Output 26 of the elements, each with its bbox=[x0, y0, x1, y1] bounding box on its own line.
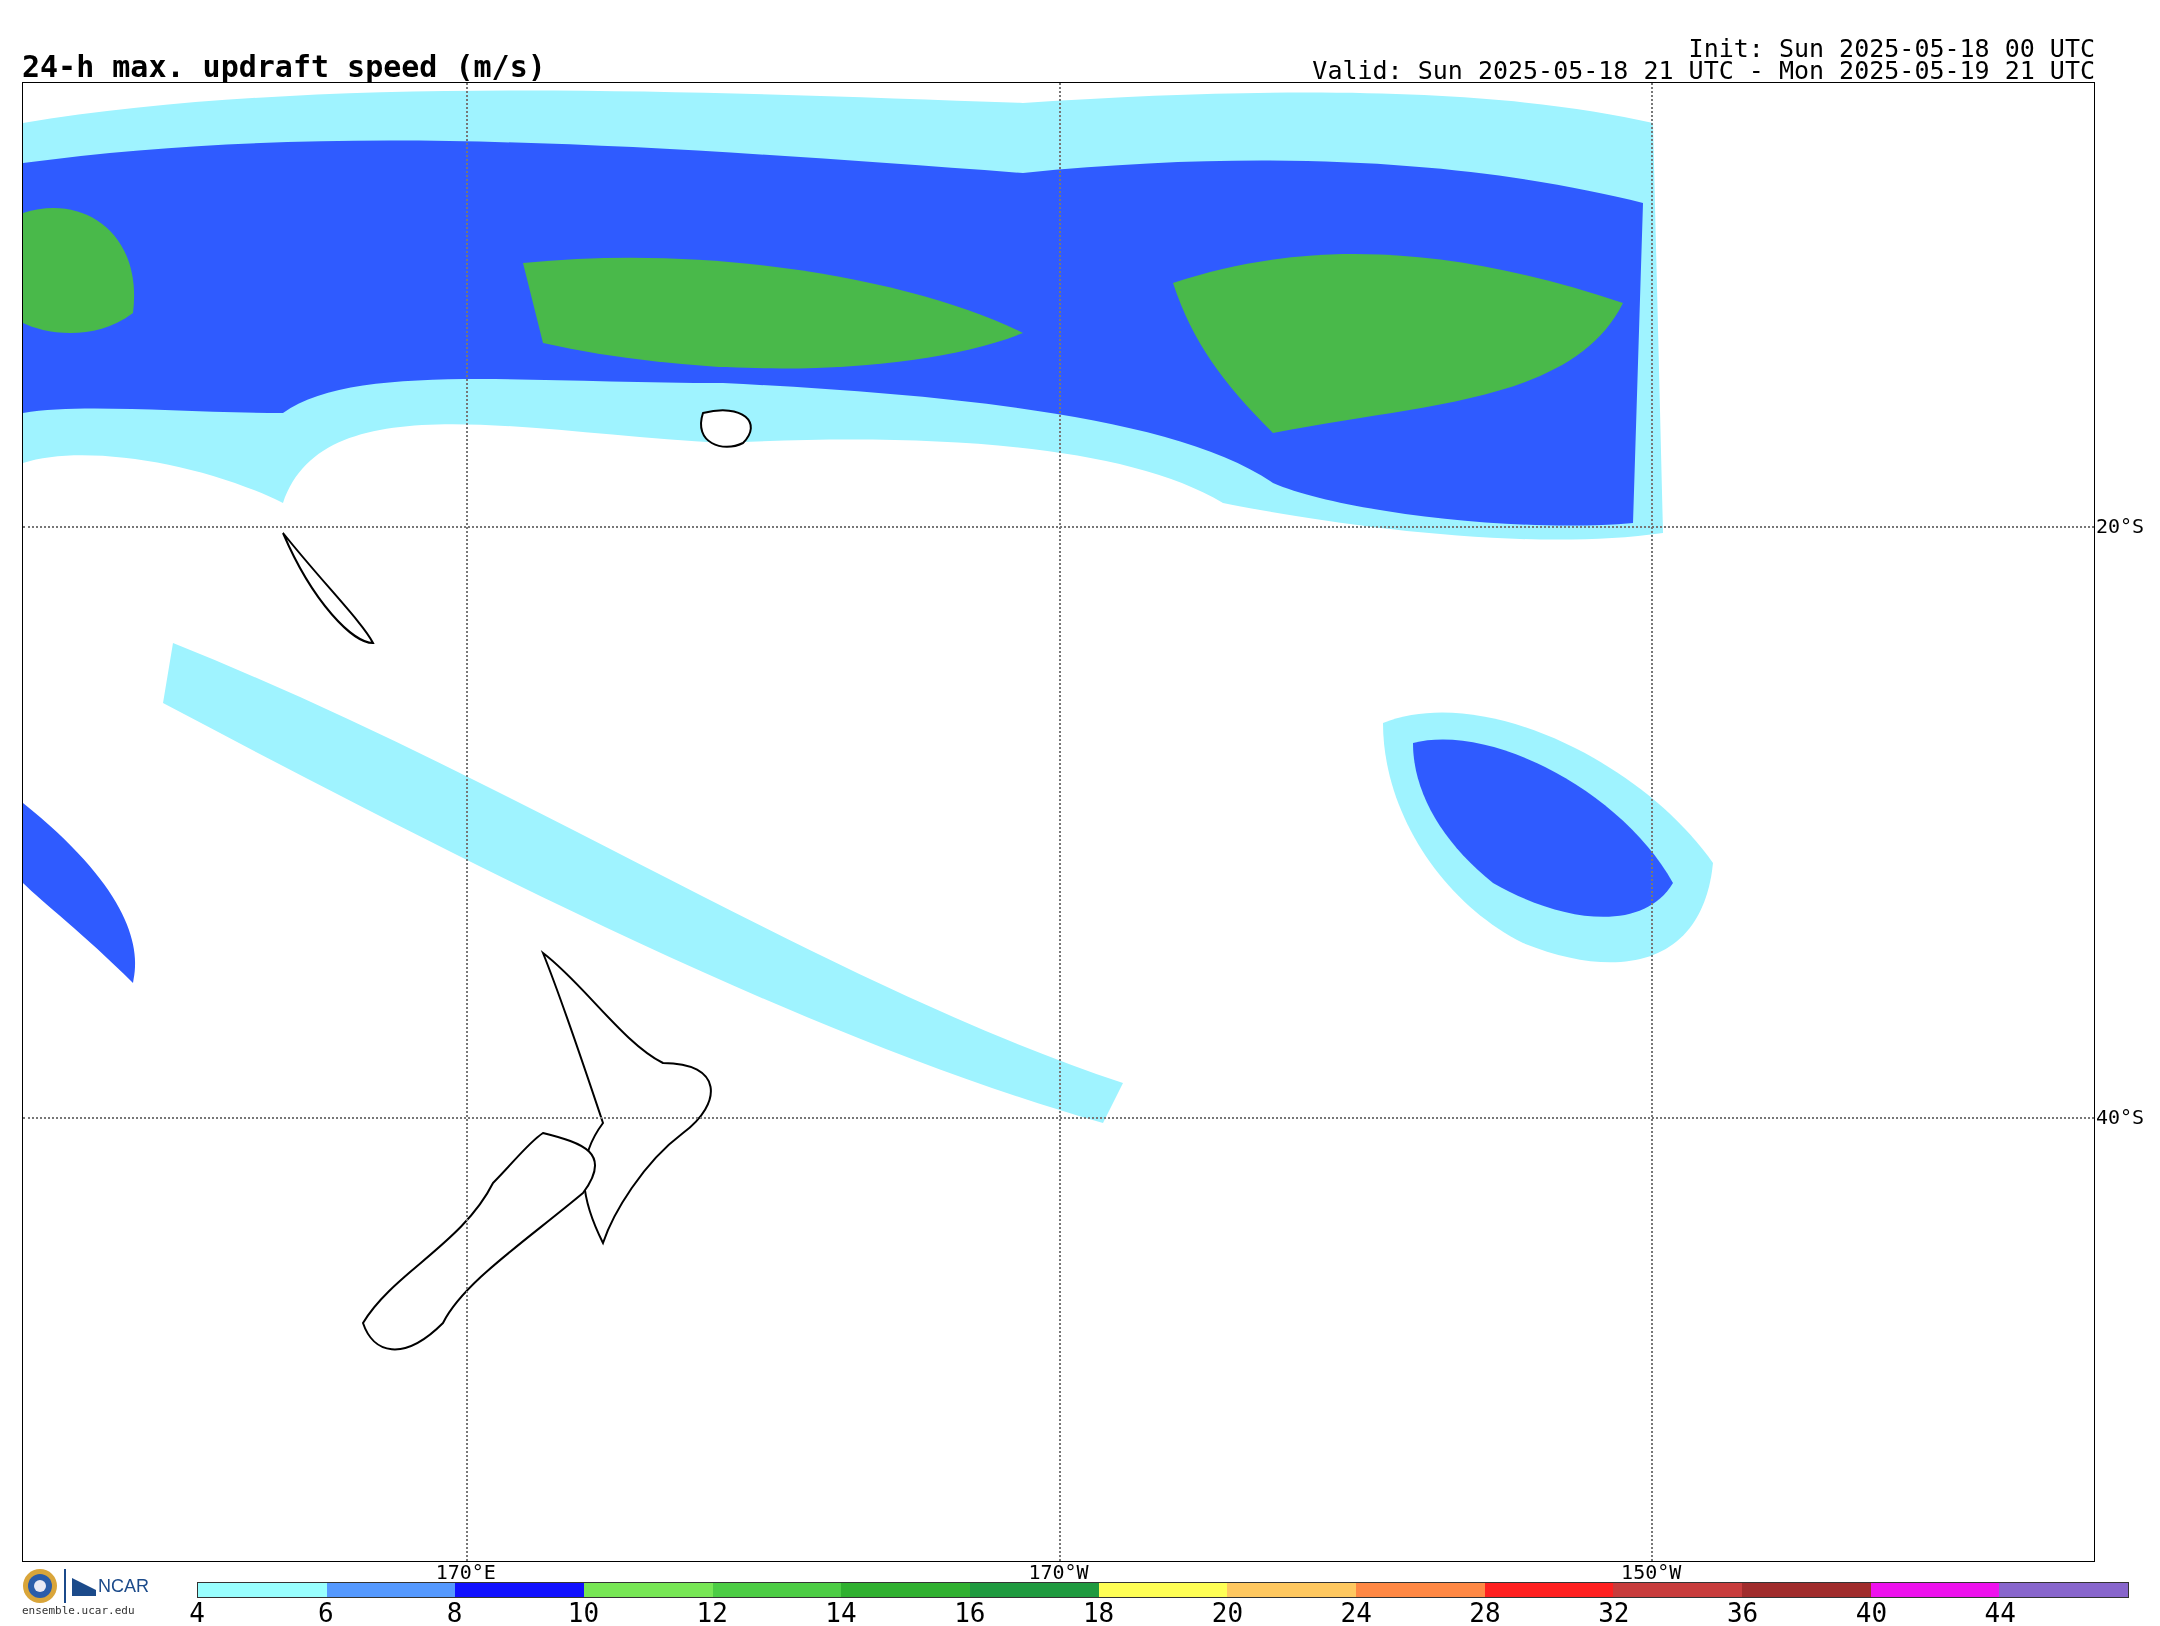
init-time: Init: Sun 2025-05-18 00 UTC bbox=[1688, 38, 2095, 60]
colorbar-tick-label: 6 bbox=[317, 1600, 334, 1626]
colorbar-tick-label: 14 bbox=[825, 1600, 857, 1626]
longitude-label: 150°W bbox=[1621, 1562, 1682, 1582]
site-url: ensemble.ucar.edu bbox=[22, 1604, 136, 1617]
colorbar-tick-label: 32 bbox=[1598, 1600, 1630, 1626]
colorbar-tick-label: 24 bbox=[1340, 1600, 1372, 1626]
seal-icon bbox=[22, 1568, 58, 1604]
colorbar-tick-label: 18 bbox=[1082, 1600, 1115, 1626]
latitude-label: 40°S bbox=[2096, 1106, 2145, 1127]
colorbar-tick-label: 4 bbox=[189, 1600, 205, 1626]
colorbar-tick-label: 28 bbox=[1469, 1600, 1501, 1626]
colorbar-tick-label: 8 bbox=[446, 1600, 463, 1626]
ncar-logo: NCAR bbox=[72, 1575, 149, 1597]
longitude-label: 170°W bbox=[1028, 1562, 1089, 1582]
colorbar-tick-label: 10 bbox=[567, 1600, 600, 1626]
longitude-label: 170°E bbox=[435, 1562, 496, 1582]
colorbar-tick-label: 44 bbox=[1984, 1600, 2016, 1626]
colorbar-tick-label: 36 bbox=[1726, 1600, 1759, 1626]
colorbar-tick-label: 20 bbox=[1211, 1600, 1244, 1626]
colorbar-tick-label: 16 bbox=[954, 1600, 986, 1626]
latitude-label: 20°S bbox=[2096, 515, 2145, 536]
colorbar-tick-label: 12 bbox=[696, 1600, 728, 1626]
valid-time: Valid: Sun 2025-05-18 21 UTC - Mon 2025-05-19 21 UTC bbox=[1312, 60, 2095, 82]
colorbar-tick-label: 40 bbox=[1855, 1600, 1888, 1626]
chart-title: 24-h max. updraft speed (m/s) bbox=[22, 52, 546, 82]
